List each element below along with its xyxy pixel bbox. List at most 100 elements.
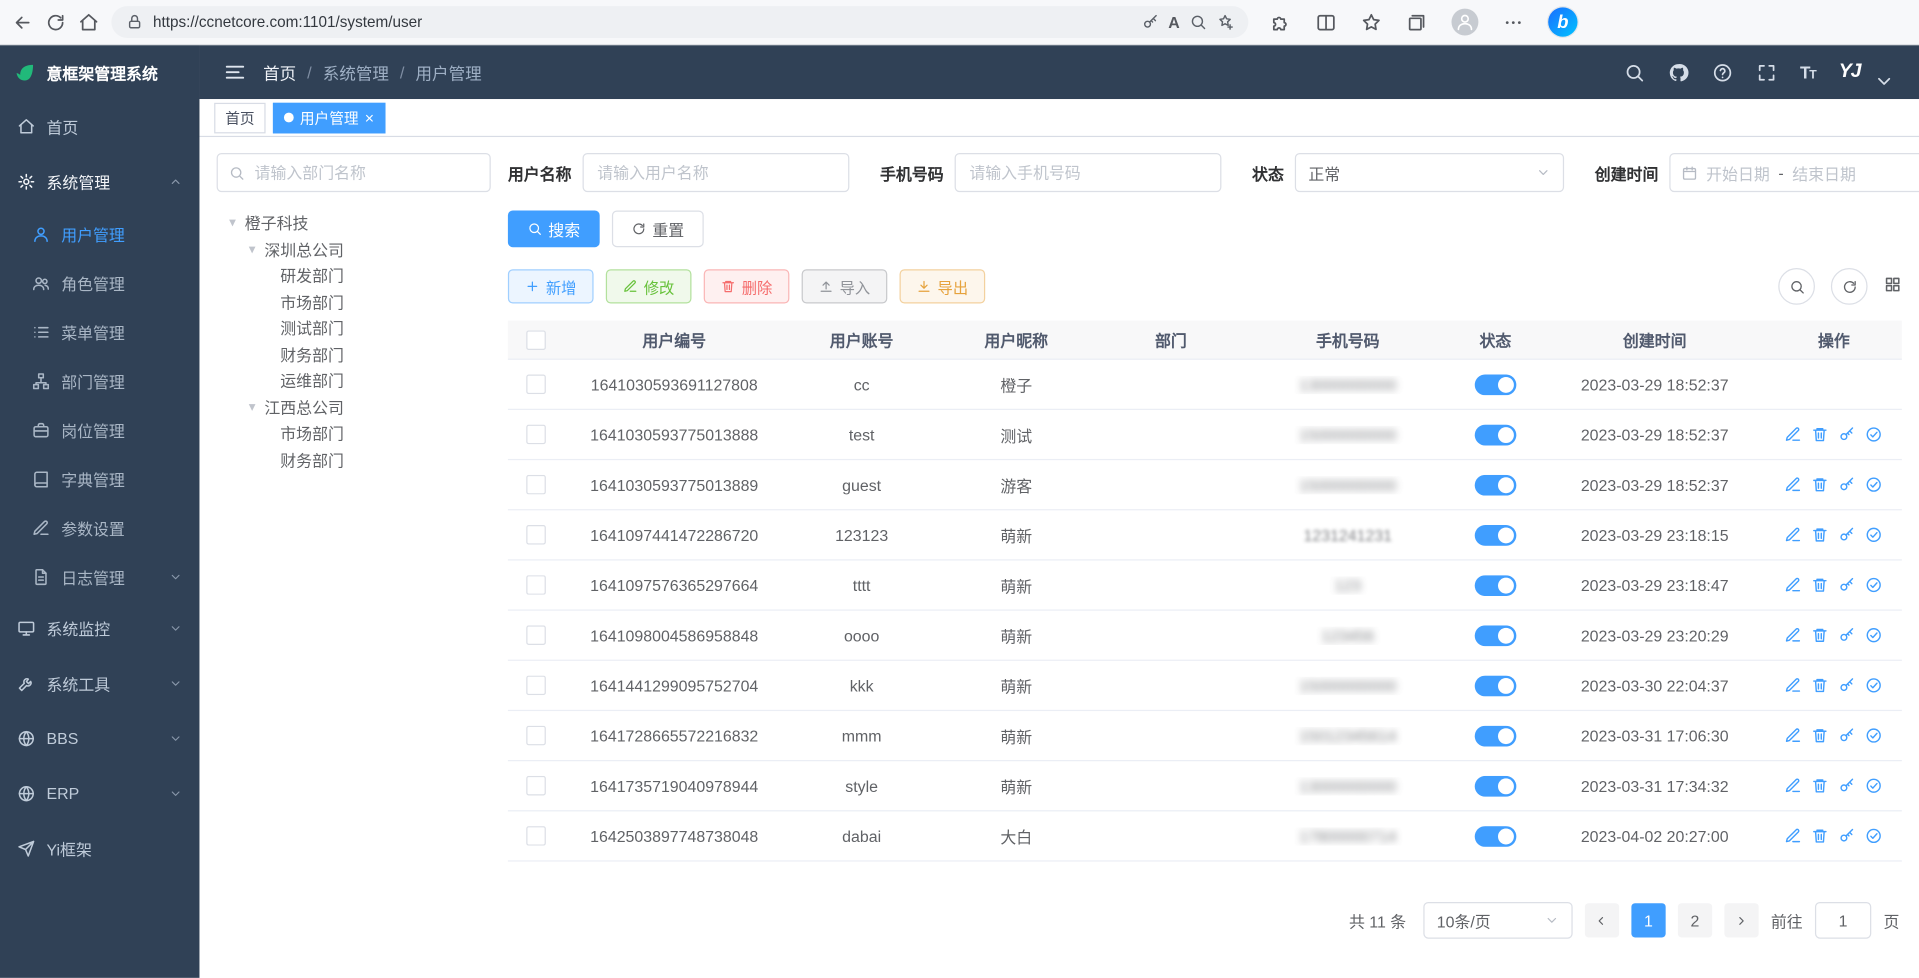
font-size-icon[interactable]: TT (1800, 62, 1816, 82)
tab-home[interactable]: 首页 (214, 102, 265, 133)
avatar-caret-icon[interactable] (1874, 70, 1895, 91)
home-icon[interactable] (78, 12, 99, 33)
delete-icon[interactable] (1812, 576, 1829, 593)
browser-profile-avatar[interactable] (1451, 9, 1478, 36)
extensions-icon[interactable] (1270, 12, 1291, 33)
next-page-button[interactable] (1724, 903, 1758, 937)
search-button[interactable]: 搜索 (508, 211, 600, 248)
assign-role-icon[interactable] (1866, 777, 1883, 794)
tree-node[interactable]: ▾橙子科技 (217, 209, 491, 235)
sidebar-item-dict-management[interactable]: 字典管理 (0, 454, 199, 503)
page-size-select[interactable]: 10条/页 (1423, 902, 1572, 939)
page-button-1[interactable]: 1 (1631, 903, 1665, 937)
password-key-icon[interactable] (1141, 13, 1158, 30)
select-all-checkbox[interactable] (526, 330, 546, 350)
edit-icon[interactable] (1785, 827, 1802, 844)
row-checkbox[interactable] (526, 425, 546, 445)
sidebar-item-dept-management[interactable]: 部门管理 (0, 356, 199, 405)
collections-icon[interactable] (1406, 12, 1427, 33)
zoom-icon[interactable] (1190, 13, 1207, 30)
sidebar-item-log-management[interactable]: 日志管理 (0, 552, 199, 601)
assign-role-icon[interactable] (1866, 526, 1883, 543)
sidebar-item-bbs[interactable]: BBS (0, 711, 199, 766)
split-screen-icon[interactable] (1316, 12, 1337, 33)
phone-input[interactable] (967, 162, 1209, 183)
edit-icon[interactable] (1785, 727, 1802, 744)
row-checkbox[interactable] (526, 525, 546, 545)
delete-icon[interactable] (1812, 777, 1829, 794)
row-checkbox[interactable] (526, 575, 546, 595)
caret-down-icon[interactable]: ▾ (226, 214, 238, 230)
delete-icon[interactable] (1812, 526, 1829, 543)
modify-button[interactable]: 修改 (606, 269, 692, 303)
row-checkbox[interactable] (526, 776, 546, 796)
import-button[interactable]: 导入 (802, 269, 888, 303)
favorites-icon[interactable] (1361, 12, 1382, 33)
assign-role-icon[interactable] (1866, 827, 1883, 844)
reload-icon[interactable] (45, 12, 66, 33)
sidebar-item-yi-framework[interactable]: Yi框架 (0, 821, 199, 876)
tab-user-management[interactable]: 用户管理 × (273, 102, 385, 133)
row-checkbox[interactable] (526, 826, 546, 846)
delete-button[interactable]: 删除 (704, 269, 790, 303)
reset-password-icon[interactable] (1839, 827, 1856, 844)
edit-icon[interactable] (1785, 426, 1802, 443)
reset-password-icon[interactable] (1839, 476, 1856, 493)
reset-password-icon[interactable] (1839, 576, 1856, 593)
tree-node[interactable]: 财务部门 (217, 341, 491, 367)
add-button[interactable]: 新增 (508, 269, 594, 303)
tree-node[interactable]: 运维部门 (217, 367, 491, 393)
assign-role-icon[interactable] (1866, 426, 1883, 443)
assign-role-icon[interactable] (1866, 576, 1883, 593)
row-checkbox[interactable] (526, 625, 546, 645)
sidebar-item-system-monitor[interactable]: 系统监控 (0, 601, 199, 656)
export-button[interactable]: 导出 (900, 269, 986, 303)
assign-role-icon[interactable] (1866, 677, 1883, 694)
reset-password-icon[interactable] (1839, 677, 1856, 694)
page-button-2[interactable]: 2 (1678, 903, 1712, 937)
tree-node[interactable]: ▾深圳总公司 (217, 236, 491, 262)
assign-role-icon[interactable] (1866, 627, 1883, 644)
breadcrumb-home[interactable]: 首页 (263, 60, 296, 84)
edit-icon[interactable] (1785, 677, 1802, 694)
date-range-picker[interactable]: 开始日期 - 结束日期 (1669, 153, 1919, 192)
tree-node[interactable]: 测试部门 (217, 315, 491, 341)
help-icon[interactable] (1712, 62, 1733, 83)
sidebar-item-system-management[interactable]: 系统管理 (0, 154, 199, 209)
edit-icon[interactable] (1785, 627, 1802, 644)
sidebar-item-user-management[interactable]: 用户管理 (0, 209, 199, 258)
row-checkbox[interactable] (526, 374, 546, 394)
bing-copilot-icon[interactable]: b (1548, 7, 1577, 36)
status-toggle[interactable] (1475, 625, 1517, 646)
sidebar-item-system-tools[interactable]: 系统工具 (0, 656, 199, 711)
sidebar-item-role-management[interactable]: 角色管理 (0, 258, 199, 307)
edit-icon[interactable] (1785, 576, 1802, 593)
column-settings-button[interactable] (1884, 275, 1902, 297)
caret-down-icon[interactable]: ▾ (246, 399, 258, 415)
tree-node[interactable]: 财务部门 (217, 446, 491, 472)
row-checkbox[interactable] (526, 676, 546, 696)
tree-node[interactable]: ▾江西总公司 (217, 393, 491, 419)
status-toggle[interactable] (1475, 575, 1517, 596)
sidebar-item-menu-management[interactable]: 菜单管理 (0, 307, 199, 356)
row-checkbox[interactable] (526, 475, 546, 495)
show-search-toggle-button[interactable] (1778, 268, 1815, 305)
username-input[interactable] (595, 162, 837, 183)
search-icon[interactable] (1624, 62, 1645, 83)
status-toggle[interactable] (1475, 374, 1517, 395)
delete-icon[interactable] (1812, 476, 1829, 493)
row-checkbox[interactable] (526, 726, 546, 746)
fullscreen-icon[interactable] (1756, 62, 1777, 83)
url-text[interactable]: https://ccnetcore.com:1101/system/user (153, 13, 1132, 30)
status-toggle[interactable] (1475, 775, 1517, 796)
edit-icon[interactable] (1785, 526, 1802, 543)
status-toggle[interactable] (1475, 725, 1517, 746)
tree-node[interactable]: 市场部门 (217, 288, 491, 314)
dept-search-input[interactable] (252, 162, 478, 183)
reset-password-icon[interactable] (1839, 426, 1856, 443)
delete-icon[interactable] (1812, 426, 1829, 443)
sidebar-item-erp[interactable]: ERP (0, 766, 199, 821)
status-toggle[interactable] (1475, 474, 1517, 495)
reset-password-icon[interactable] (1839, 777, 1856, 794)
assign-role-icon[interactable] (1866, 476, 1883, 493)
